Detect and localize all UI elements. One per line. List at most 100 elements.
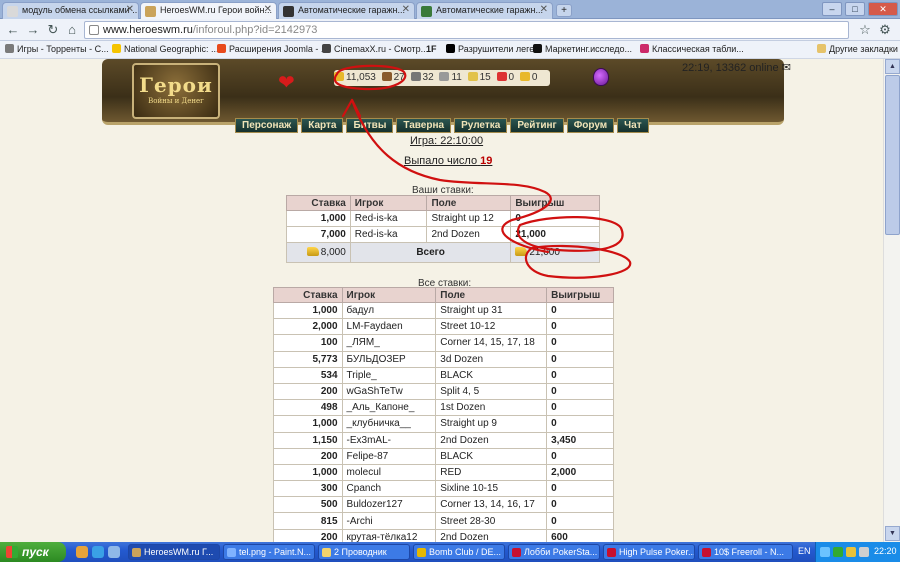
- player-link[interactable]: -Archi: [341, 512, 437, 530]
- taskbar-item[interactable]: 10$ Freeroll - N...: [698, 544, 793, 560]
- quicklaunch-chrome-icon[interactable]: [76, 546, 88, 558]
- player-link[interactable]: wGaShTeTw: [341, 382, 437, 401]
- table-row: 498 _Аль_Капоне_ 1st Dozen 0: [273, 399, 614, 417]
- table-row: 200 wGaShTeTw Split 4, 50: [273, 382, 614, 401]
- taskbar-item[interactable]: Лобби PokerSta...: [508, 544, 600, 560]
- menu-tavern[interactable]: Таверна: [396, 118, 452, 133]
- start-button[interactable]: пуск: [0, 542, 66, 562]
- menu-battles[interactable]: Битвы: [346, 118, 394, 133]
- tab-close-icon[interactable]: ✕: [402, 4, 410, 15]
- pokerstars-icon: [512, 548, 521, 557]
- field-cell: BLACK: [435, 366, 548, 384]
- other-bookmarks-folder[interactable]: Другие закладки: [817, 44, 898, 54]
- bookmark-item[interactable]: Маркетинг.исследо...: [533, 44, 632, 54]
- address-bar[interactable]: www.heroeswm.ru/inforoul.php?id=2142973: [84, 21, 849, 39]
- tab-1[interactable]: HeroesWM.ru Герои войн... ✕: [140, 2, 277, 19]
- logo-subtitle: Войны и Денег: [148, 97, 204, 105]
- taskbar-item[interactable]: High Pulse Poker...: [603, 544, 695, 560]
- reload-icon[interactable]: ↻: [45, 22, 61, 38]
- total-label: Всего: [349, 242, 512, 264]
- player-link[interactable]: molecul: [341, 463, 437, 482]
- game-time-link[interactable]: Игра: 22:10:00: [410, 135, 483, 147]
- close-window-button[interactable]: ✕: [868, 2, 898, 16]
- player-link[interactable]: Triple_: [341, 366, 437, 384]
- table-row: 1,150 -Ex3mAL- 2nd Dozen 3,450: [273, 431, 614, 449]
- menu-roulette[interactable]: Рулетка: [454, 118, 508, 133]
- network-icon[interactable]: [820, 547, 830, 557]
- win-cell: 0: [546, 496, 614, 514]
- stake-cell: 1,000: [273, 463, 343, 482]
- gold-resource: 11,053: [334, 72, 376, 83]
- bookmark-item[interactable]: Разрушители леге...: [446, 44, 542, 54]
- player-link[interactable]: Red-is-ka: [349, 226, 428, 244]
- taskbar-item[interactable]: Bomb Club / DE...: [413, 544, 505, 560]
- player-link[interactable]: _ЛЯМ_: [341, 334, 437, 352]
- player-link[interactable]: _клубничка__: [341, 415, 437, 433]
- new-tab-button[interactable]: +: [556, 4, 572, 17]
- player-link[interactable]: LM-Faydaen: [341, 318, 437, 336]
- crystal-icon: [496, 72, 507, 81]
- menu-forum[interactable]: Форум: [566, 118, 615, 133]
- scroll-thumb[interactable]: [885, 75, 900, 235]
- back-arrow-icon[interactable]: ←: [5, 22, 21, 38]
- table-row: 1,000 molecul RED 2,000: [273, 463, 614, 482]
- game-menu: Персонаж Карта Битвы Таверна Рулетка Рейтинг Ф…: [235, 118, 652, 133]
- stake-cell: 200: [273, 447, 343, 465]
- player-link[interactable]: БУЛЬДОЗЕР: [341, 350, 437, 368]
- tab-0[interactable]: модуль обмена ссылками ... ✕: [2, 2, 139, 19]
- language-indicator[interactable]: EN: [798, 546, 811, 556]
- volume-icon[interactable]: [859, 547, 869, 557]
- bookmark-item[interactable]: 1F: [426, 44, 437, 54]
- tab-3[interactable]: Автоматические гаражн... ✕: [416, 2, 553, 19]
- win-cell: 0: [546, 301, 614, 320]
- bookmark-item[interactable]: CinemaxX.ru - Смотр...: [322, 44, 428, 54]
- menu-character[interactable]: Персонаж: [235, 118, 299, 133]
- bookmark-item[interactable]: National Geographic: ...: [112, 44, 219, 54]
- tab-close-icon[interactable]: ✕: [540, 4, 548, 15]
- quicklaunch-desktop-icon[interactable]: [108, 546, 120, 558]
- antivirus-icon[interactable]: [833, 547, 843, 557]
- player-link[interactable]: бадул: [341, 301, 437, 320]
- crystal-resource: 0: [496, 72, 514, 83]
- mana-potion-icon[interactable]: [593, 68, 609, 86]
- player-link[interactable]: _Аль_Капоне_: [341, 399, 437, 417]
- tab-2[interactable]: Автоматические гаражн... ✕: [278, 2, 415, 19]
- home-icon[interactable]: ⌂: [64, 22, 80, 38]
- bookmark-item[interactable]: Классическая табли...: [640, 44, 744, 54]
- envelope-icon[interactable]: ✉: [782, 62, 791, 74]
- pokerstars-icon: [607, 548, 616, 557]
- menu-rating[interactable]: Рейтинг: [510, 118, 564, 133]
- page-scrollbar[interactable]: ▲ ▼: [883, 59, 900, 542]
- player-link[interactable]: Red-is-ka: [349, 209, 428, 228]
- tab-close-icon[interactable]: ✕: [264, 4, 272, 15]
- menu-map[interactable]: Карта: [301, 118, 344, 133]
- taskbar-item[interactable]: tel.png - Paint.N...: [223, 544, 315, 560]
- tab-close-icon[interactable]: ✕: [126, 4, 134, 15]
- player-link[interactable]: Buldozer127: [341, 496, 437, 514]
- maximize-button[interactable]: □: [845, 2, 865, 16]
- bookmark-item[interactable]: Расширения Joomla - ...: [217, 44, 328, 54]
- field-cell: 3d Dozen: [435, 350, 548, 368]
- quicklaunch-ie-icon[interactable]: [92, 546, 104, 558]
- player-link[interactable]: -Ex3mAL-: [341, 431, 437, 449]
- taskbar-item[interactable]: HeroesWM.ru Г...: [128, 544, 220, 560]
- messenger-icon[interactable]: [846, 547, 856, 557]
- bookmark-star-icon[interactable]: ☆: [857, 22, 873, 38]
- menu-chat[interactable]: Чат: [617, 118, 649, 133]
- minimize-button[interactable]: –: [822, 2, 842, 16]
- taskbar-item[interactable]: 2 Проводник: [318, 544, 410, 560]
- bookmark-item[interactable]: Игры - Торренты - С...: [5, 44, 109, 54]
- site-favicon-icon: [421, 6, 432, 17]
- health-heart-icon[interactable]: ❤: [278, 70, 295, 95]
- resource-bar: 11,053 27 32 11 15 0 0: [334, 70, 550, 86]
- browser-toolbar: ← → ↻ ⌂ www.heroeswm.ru/inforoul.php?id=…: [0, 19, 900, 41]
- forward-arrow-icon[interactable]: →: [25, 22, 41, 38]
- player-link[interactable]: Cpanch: [341, 480, 437, 498]
- scroll-up-icon[interactable]: ▲: [885, 59, 900, 74]
- table-row: 7,000 Red-is-ka 2nd Dozen 21,000: [286, 226, 600, 244]
- game-logo[interactable]: Герои Войны и Денег: [132, 63, 220, 119]
- scroll-down-icon[interactable]: ▼: [885, 526, 900, 541]
- player-link[interactable]: Felipe-87: [341, 447, 437, 465]
- table-row: 500 Buldozer127 Corner 13, 14, 16, 17 0: [273, 496, 614, 514]
- wrench-menu-icon[interactable]: ⚙: [877, 22, 893, 38]
